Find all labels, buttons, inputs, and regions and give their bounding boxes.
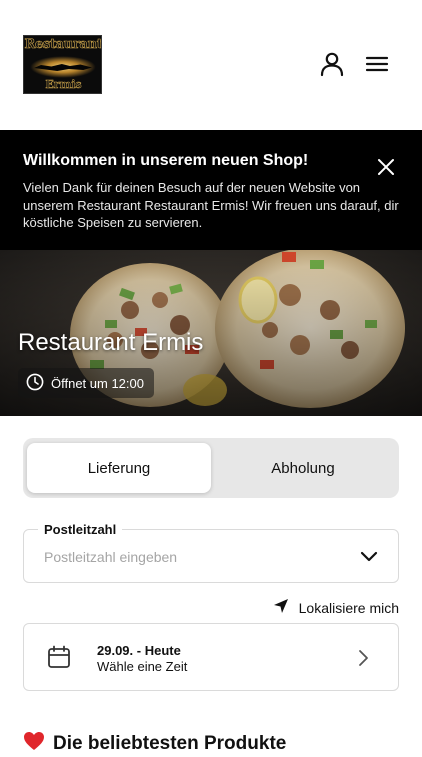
zip-code-label: Postleitzahl — [38, 522, 123, 537]
date-sub-text: Wähle eine Zeit — [97, 659, 188, 674]
welcome-banner: Willkommen in unserem neuen Shop! Vielen… — [0, 130, 422, 250]
chevron-right-icon[interactable] — [357, 649, 369, 667]
popular-products-heading: Die beliebtesten Produkte — [23, 731, 286, 757]
location-arrow-icon — [273, 598, 289, 617]
heart-icon — [23, 731, 45, 757]
restaurant-logo[interactable]: Restaurant Ermis — [23, 35, 102, 94]
tab-delivery[interactable]: Lieferung — [27, 443, 211, 493]
clock-icon — [26, 373, 44, 394]
opening-text: Öffnet um 12:00 — [51, 375, 144, 391]
header: Restaurant Ermis — [0, 0, 422, 130]
locate-me-label: Lokalisiere mich — [298, 599, 399, 616]
chevron-down-icon[interactable] — [360, 550, 378, 564]
banner-text: Vielen Dank für deinen Besuch auf der ne… — [23, 180, 399, 230]
user-icon[interactable] — [318, 50, 346, 78]
zip-code-select[interactable]: Postleitzahl Postleitzahl eingeben — [23, 522, 399, 583]
logo-text-line1: Restaurant — [24, 37, 102, 53]
locate-me-button[interactable]: Lokalisiere mich — [273, 598, 399, 617]
hamburger-menu-icon[interactable] — [364, 50, 392, 78]
date-main-text: 29.09. - Heute — [97, 643, 181, 658]
banner-title: Willkommen in unserem neuen Shop! — [23, 152, 309, 169]
calendar-icon — [47, 645, 71, 669]
zip-code-input[interactable]: Postleitzahl eingeben — [44, 549, 177, 565]
hero-image: Restaurant Ermis Öffnet um 12:00 — [0, 250, 422, 416]
restaurant-name: Restaurant Ermis — [18, 329, 204, 356]
popular-products-title: Die beliebtesten Produkte — [53, 733, 287, 754]
opening-hours-badge: Öffnet um 12:00 — [18, 368, 154, 398]
logo-text-line2: Ermis — [45, 78, 82, 92]
time-selector[interactable]: 29.09. - Heute Wähle eine Zeit — [23, 623, 399, 691]
close-icon[interactable] — [376, 157, 396, 177]
order-mode-toggle: Lieferung Abholung — [23, 438, 399, 498]
tab-pickup[interactable]: Abholung — [211, 443, 395, 493]
